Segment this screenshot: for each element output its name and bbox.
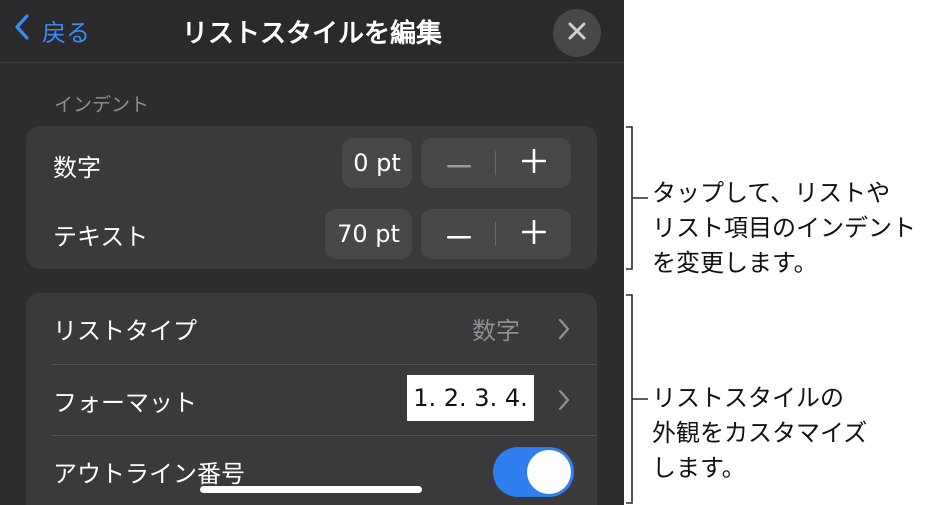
indent-callout-text: タップして、リストや リスト項目のインデント を変更します。: [652, 176, 916, 281]
toggle-knob: [527, 450, 571, 494]
format-label: フォーマット: [53, 389, 197, 417]
increment-button[interactable]: [496, 209, 571, 259]
outline-numbering-label: アウトライン番号: [53, 460, 245, 488]
callout-line: 外観をカスタマイズ: [652, 419, 868, 447]
navigation-bar: 戻る リストスタイルを編集: [0, 0, 624, 63]
indent-section-header: インデント: [54, 94, 150, 116]
text-indent-label: テキスト: [53, 223, 149, 251]
format-value: 1. 2. 3. 4.: [407, 375, 534, 421]
callout-line: タップして、リストや: [652, 179, 891, 207]
style-callout-text: リストスタイルの 外観をカスタマイズ します。: [652, 381, 867, 486]
chevron-right-icon: [558, 318, 570, 344]
callout-line: を変更します。: [652, 249, 818, 277]
text-indent-stepper: [421, 209, 571, 259]
number-indent-stepper: [421, 138, 571, 188]
increment-button[interactable]: [496, 138, 571, 188]
style-callout-bracket: [626, 294, 648, 504]
chevron-right-icon: [558, 389, 570, 415]
number-indent-label: 数字: [53, 154, 101, 182]
edit-list-style-panel: 戻る リストスタイルを編集 インデント 数字 0 pt テキスト 70 pt リ…: [0, 0, 624, 505]
number-indent-value[interactable]: 0 pt: [342, 138, 412, 188]
page-title: リストスタイルを編集: [181, 19, 442, 49]
plus-icon: [521, 219, 546, 248]
outline-numbering-toggle[interactable]: [493, 447, 574, 497]
callout-line: します。: [652, 454, 746, 482]
list-type-label: リストタイプ: [53, 317, 197, 345]
text-indent-value[interactable]: 70 pt: [325, 209, 412, 259]
minus-icon: [446, 154, 471, 173]
callout-line: リスト項目のインデント: [652, 214, 916, 242]
indent-group: 数字 0 pt テキスト 70 pt: [26, 126, 597, 269]
close-button[interactable]: [553, 9, 601, 57]
plus-icon: [521, 148, 546, 177]
row-separator: [53, 435, 597, 436]
home-indicator: [200, 486, 422, 493]
indent-callout-bracket: [626, 126, 648, 270]
row-separator: [53, 364, 597, 365]
list-settings-group: リストタイプ 数字 フォーマット 1. 2. 3. 4. アウトライン番号: [26, 293, 597, 505]
list-type-value: 数字: [472, 317, 520, 345]
minus-icon: [446, 225, 471, 244]
callout-line: リストスタイルの: [652, 384, 844, 412]
close-icon: [567, 21, 587, 45]
decrement-button[interactable]: [421, 209, 496, 259]
decrement-button[interactable]: [421, 138, 496, 188]
